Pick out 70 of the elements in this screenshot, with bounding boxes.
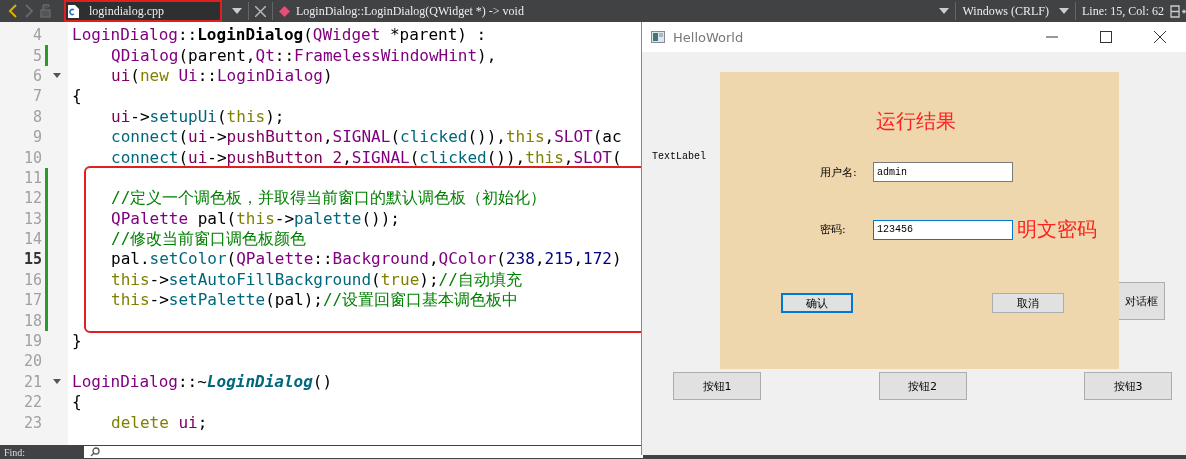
input-field[interactable]: 123456 <box>873 219 1013 240</box>
push-button[interactable]: 按钮1 <box>673 372 761 400</box>
code-line: delete ui; <box>111 412 208 433</box>
line-number: 10 <box>22 148 42 167</box>
code-line: ui->setupUi(this); <box>111 106 285 127</box>
search-icon <box>90 447 100 457</box>
line-number: 23 <box>22 413 42 432</box>
code-line: connect(ui->pushButton_2,SIGNAL(clicked()),this,SLOT( <box>111 147 622 168</box>
window-title: HelloWorld <box>673 29 744 45</box>
code-line: //定义一个调色板，并取得当前窗口的默认调色板（初始化） <box>111 188 547 209</box>
line-number: 6 <box>31 66 42 85</box>
input-field[interactable]: admin <box>873 162 1013 182</box>
line-number: 16 <box>22 270 42 289</box>
code-line: } <box>72 331 82 352</box>
code-line: //修改当前窗口调色板颜色 <box>111 229 307 250</box>
code-line: pal.setColor(QPalette::Background,QColor(238,215,172) <box>111 249 622 270</box>
line-number: 22 <box>22 393 42 412</box>
dialog-button[interactable]: 对话框 <box>1119 282 1165 320</box>
line-number: 17 <box>22 291 42 310</box>
code-line: { <box>72 392 82 413</box>
text-label: TextLabel <box>652 151 706 162</box>
code-line: connect(ui->pushButton,SIGNAL(clicked()),this,SLOT(ac <box>111 127 622 148</box>
annotation-text: 明文密码 <box>1017 216 1097 243</box>
line-number: 4 <box>31 26 42 45</box>
line-number: 7 <box>31 87 42 106</box>
code-line: { <box>72 86 82 107</box>
find-label: Find: <box>3 446 27 458</box>
maximize-icon[interactable] <box>1100 31 1112 43</box>
code-line: ui(new Ui::LoginDialog) <box>111 65 333 86</box>
push-button[interactable]: 按钮2 <box>878 372 967 400</box>
result-heading: 运行结果 <box>876 108 956 135</box>
split-icon[interactable] <box>1170 4 1186 18</box>
fold-arrow-icon[interactable] <box>53 73 61 79</box>
diamond-icon <box>279 5 290 17</box>
line-number: 11 <box>22 168 42 187</box>
cpp-file-icon <box>68 4 79 18</box>
code-line: QPalette pal(this->palette()); <box>111 208 400 229</box>
line-number: 8 <box>31 107 42 126</box>
fold-arrow-icon[interactable] <box>53 379 61 385</box>
line-number: 19 <box>22 332 42 351</box>
line-ending-selector[interactable]: Windows (CRLF) <box>962 3 1049 19</box>
line-number: 9 <box>31 128 42 147</box>
dialog-button[interactable]: 取消 <box>992 293 1064 313</box>
find-field[interactable] <box>84 446 643 458</box>
cursor-position[interactable]: Line: 15, Col: 62 <box>1082 3 1164 19</box>
dropdown-caret-icon[interactable] <box>939 8 950 14</box>
app-icon <box>651 31 665 43</box>
line-number: 20 <box>22 352 42 371</box>
code-line: QDialog(parent,Qt::FramelessWindowHint), <box>111 45 497 66</box>
code-line: this->setPalette(pal);//设置回窗口基本调色板中 <box>111 290 519 311</box>
close-icon[interactable] <box>1154 31 1166 43</box>
push-button[interactable]: 按钮3 <box>1084 372 1172 400</box>
dropdown-caret-icon[interactable] <box>1059 8 1069 14</box>
line-number: 14 <box>22 230 42 249</box>
line-number: 18 <box>22 311 42 330</box>
field-label: 密码: <box>820 222 847 237</box>
code-line: LoginDialog::~LoginDialog() <box>72 371 333 392</box>
dialog-button[interactable]: 确认 <box>781 293 853 313</box>
field-label: 用户名: <box>820 164 858 180</box>
symbol-selector[interactable]: LoginDialog::LoginDialog(QWidget *) -> void <box>296 3 524 19</box>
line-number: 12 <box>22 189 42 208</box>
dropdown-caret-icon[interactable] <box>232 8 242 14</box>
close-icon[interactable] <box>255 5 266 17</box>
code-line: this->setAutoFillBackground(true);//自动填充 <box>111 269 522 290</box>
line-number: 21 <box>22 372 42 391</box>
line-number: 13 <box>22 209 42 228</box>
line-number: 5 <box>31 46 42 65</box>
file-tab[interactable]: logindialog.cpp <box>64 0 222 22</box>
code-line: LoginDialog::LoginDialog(QWidget *parent) : <box>72 25 487 46</box>
line-number: 15 <box>22 250 42 269</box>
